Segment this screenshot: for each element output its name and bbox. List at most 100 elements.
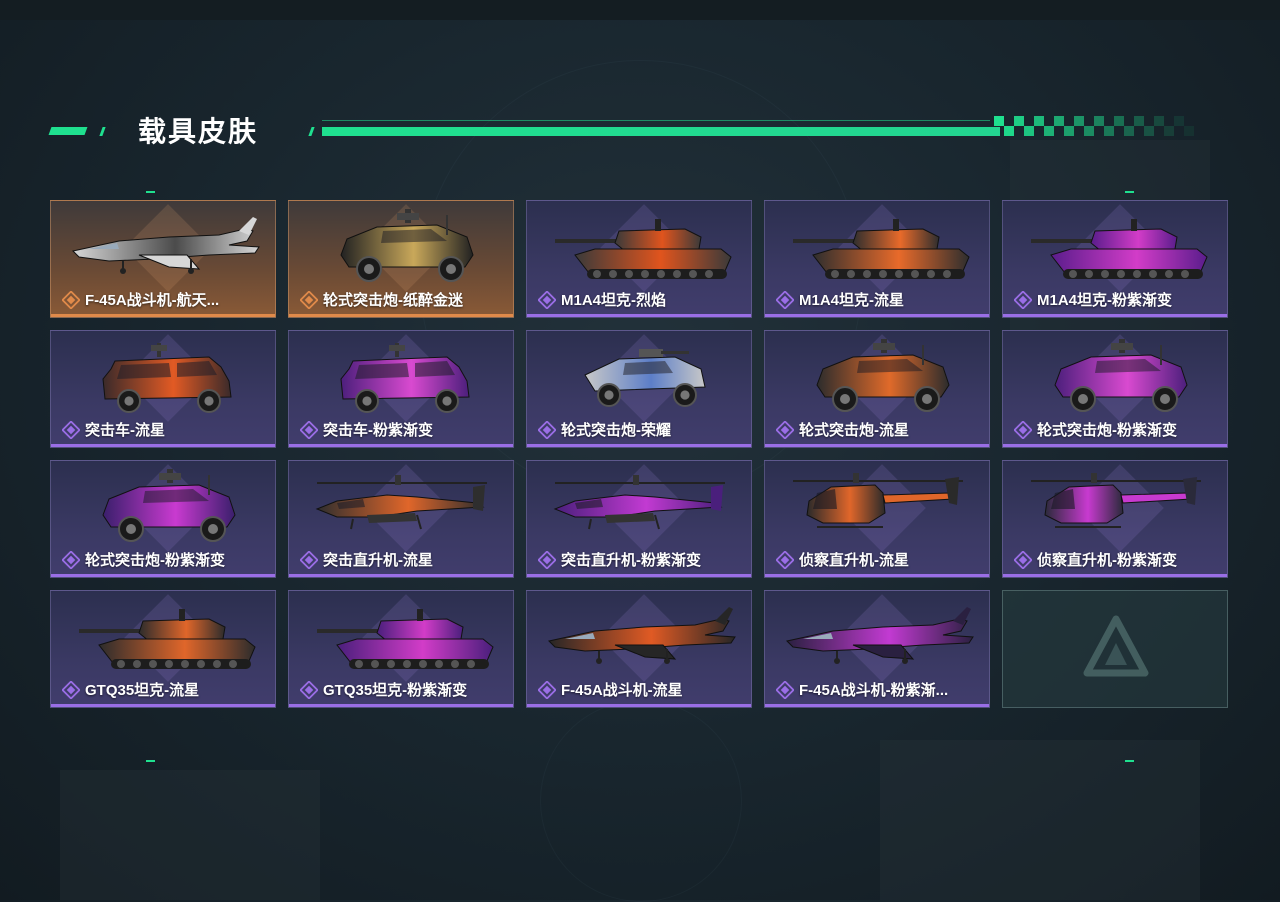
rarity-underline	[1003, 314, 1227, 317]
rarity-underline	[289, 314, 513, 317]
checker-cell	[1084, 116, 1094, 126]
rarity-diamond-icon	[776, 421, 794, 439]
skin-name: 突击车-粉紫渐变	[323, 422, 433, 439]
skin-name: 轮式突击炮-粉紫渐变	[85, 552, 225, 569]
checker-cell	[1094, 116, 1104, 126]
skin-name: 轮式突击炮-纸醉金迷	[323, 292, 463, 309]
header-accent-bar	[322, 127, 1000, 136]
skin-name: 轮式突击炮-流星	[799, 422, 909, 439]
frame-tick	[146, 191, 155, 193]
skin-card[interactable]: M1A4坦克-粉紫渐变	[1002, 200, 1228, 318]
checker-cell	[1114, 126, 1124, 136]
skin-card[interactable]: 轮式突击炮-荣耀	[526, 330, 752, 448]
skin-name: GTQ35坦克-流星	[85, 682, 200, 699]
checker-cell	[1144, 116, 1154, 126]
rarity-underline	[1003, 444, 1227, 447]
skin-card[interactable]: F-45A战斗机-粉紫渐...	[764, 590, 990, 708]
skin-card[interactable]: F-45A战斗机-流星	[526, 590, 752, 708]
checker-cell	[1094, 126, 1104, 136]
checker-cell	[1154, 116, 1164, 126]
header-accent-dash	[48, 127, 88, 135]
rarity-underline	[289, 444, 513, 447]
rarity-underline	[289, 574, 513, 577]
rarity-diamond-icon	[1014, 551, 1032, 569]
header-checker-pattern	[994, 116, 1200, 136]
rarity-diamond-icon	[538, 421, 556, 439]
checker-cell	[1064, 126, 1074, 136]
checker-cell	[1124, 116, 1134, 126]
rarity-diamond-icon	[776, 291, 794, 309]
skin-card[interactable]: 轮式突击炮-流星	[764, 330, 990, 448]
checker-cell	[1134, 116, 1144, 126]
checker-cell	[1004, 116, 1014, 126]
checker-cell	[1034, 116, 1044, 126]
rarity-diamond-icon	[62, 421, 80, 439]
checker-cell	[1054, 126, 1064, 136]
skin-card[interactable]: GTQ35坦克-流星	[50, 590, 276, 708]
checker-cell	[1044, 116, 1054, 126]
checker-cell	[1144, 126, 1154, 136]
checker-cell	[1074, 116, 1084, 126]
skin-card[interactable]: 突击直升机-流星	[288, 460, 514, 578]
checker-cell	[1074, 126, 1084, 136]
background-ring	[540, 700, 742, 902]
checker-cell	[994, 116, 1004, 126]
empty-skin-slot[interactable]	[1002, 590, 1228, 708]
checker-cell	[1014, 126, 1024, 136]
page-title: 载具皮肤	[138, 116, 259, 147]
skin-name: 轮式突击炮-荣耀	[561, 422, 671, 439]
checker-cell	[1174, 116, 1184, 126]
rarity-underline	[51, 314, 275, 317]
skin-name: 轮式突击炮-粉紫渐变	[1037, 422, 1177, 439]
skin-card[interactable]: 突击车-流星	[50, 330, 276, 448]
skin-card[interactable]: GTQ35坦克-粉紫渐变	[288, 590, 514, 708]
frame-tick	[1125, 760, 1134, 762]
rarity-underline	[527, 574, 751, 577]
checker-cell	[1174, 126, 1184, 136]
checker-cell	[1044, 126, 1054, 136]
rarity-diamond-icon	[538, 681, 556, 699]
skin-card[interactable]: 突击车-粉紫渐变	[288, 330, 514, 448]
checker-cell	[1024, 126, 1034, 136]
skin-card[interactable]: M1A4坦克-烈焰	[526, 200, 752, 318]
rarity-underline	[289, 704, 513, 707]
rarity-underline	[51, 574, 275, 577]
skin-name: 侦察直升机-粉紫渐变	[1037, 552, 1177, 569]
checker-cell	[1104, 116, 1114, 126]
skin-card[interactable]: 轮式突击炮-粉紫渐变	[50, 460, 276, 578]
rarity-diamond-icon	[538, 291, 556, 309]
rarity-diamond-icon	[300, 551, 318, 569]
skin-card[interactable]: F-45A战斗机-航天...	[50, 200, 276, 318]
skin-grid: F-45A战斗机-航天... 轮式突击炮-纸醉金迷 M1A4坦克-烈焰 M1A4…	[50, 200, 1230, 710]
skin-card[interactable]: M1A4坦克-流星	[764, 200, 990, 318]
skin-card[interactable]: 突击直升机-粉紫渐变	[526, 460, 752, 578]
skin-name: 突击直升机-粉紫渐变	[561, 552, 701, 569]
rarity-underline	[765, 574, 989, 577]
skin-name: M1A4坦克-烈焰	[561, 292, 667, 309]
header-thin-line	[322, 120, 990, 121]
skin-card[interactable]: 轮式突击炮-纸醉金迷	[288, 200, 514, 318]
skin-name: F-45A战斗机-航天...	[85, 292, 220, 309]
skin-card[interactable]: 轮式突击炮-粉紫渐变	[1002, 330, 1228, 448]
rarity-diamond-icon	[300, 291, 318, 309]
rarity-diamond-icon	[776, 681, 794, 699]
rarity-underline	[765, 444, 989, 447]
rarity-underline	[51, 444, 275, 447]
checker-cell	[1024, 116, 1034, 126]
skin-card[interactable]: 侦察直升机-流星	[764, 460, 990, 578]
rarity-diamond-icon	[62, 291, 80, 309]
checker-cell	[1124, 126, 1134, 136]
rarity-diamond-icon	[1014, 291, 1032, 309]
skin-card[interactable]: 侦察直升机-粉紫渐变	[1002, 460, 1228, 578]
rarity-diamond-icon	[300, 681, 318, 699]
skin-name: 侦察直升机-流星	[799, 552, 909, 569]
rarity-diamond-icon	[62, 681, 80, 699]
checker-cell	[1064, 116, 1074, 126]
rarity-diamond-icon	[776, 551, 794, 569]
skin-name: F-45A战斗机-粉紫渐...	[799, 682, 949, 699]
skin-name: F-45A战斗机-流星	[561, 682, 683, 699]
checker-cell	[1154, 126, 1164, 136]
header-accent-dash	[308, 127, 315, 136]
rarity-underline	[51, 704, 275, 707]
rarity-underline	[765, 314, 989, 317]
